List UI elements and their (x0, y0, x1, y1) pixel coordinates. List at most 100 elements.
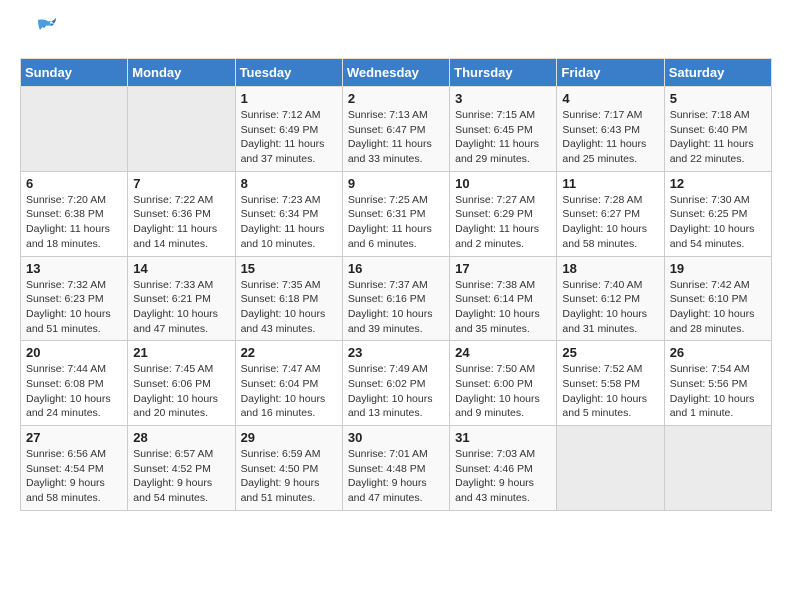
day-info: Sunrise: 7:49 AM Sunset: 6:02 PM Dayligh… (348, 362, 444, 421)
day-info: Sunrise: 7:30 AM Sunset: 6:25 PM Dayligh… (670, 193, 766, 252)
day-info: Sunrise: 6:59 AM Sunset: 4:50 PM Dayligh… (241, 447, 337, 506)
logo-icon (20, 16, 56, 52)
day-info: Sunrise: 7:38 AM Sunset: 6:14 PM Dayligh… (455, 278, 551, 337)
day-info: Sunrise: 7:18 AM Sunset: 6:40 PM Dayligh… (670, 108, 766, 167)
day-info: Sunrise: 7:27 AM Sunset: 6:29 PM Dayligh… (455, 193, 551, 252)
calendar-table: SundayMondayTuesdayWednesdayThursdayFrid… (20, 58, 772, 511)
day-number: 15 (241, 261, 337, 276)
calendar-cell: 7Sunrise: 7:22 AM Sunset: 6:36 PM Daylig… (128, 171, 235, 256)
day-header: Wednesday (342, 59, 449, 87)
calendar-week: 1 Sunrise: 7:12 AM Sunset: 6:49 PM Daylig… (21, 87, 772, 172)
day-number: 26 (670, 345, 766, 360)
day-number: 31 (455, 430, 551, 445)
calendar-cell: 23 Sunrise: 7:49 AM Sunset: 6:02 PM Dayli… (342, 341, 449, 426)
calendar-cell: 15 Sunrise: 7:35 AM Sunset: 6:18 PM Dayli… (235, 256, 342, 341)
calendar-cell: 30Sunrise: 7:01 AM Sunset: 4:48 PM Dayli… (342, 426, 449, 511)
day-number: 18 (562, 261, 658, 276)
calendar-cell: 24Sunrise: 7:50 AM Sunset: 6:00 PM Dayli… (450, 341, 557, 426)
day-info: Sunrise: 7:47 AM Sunset: 6:04 PM Dayligh… (241, 362, 337, 421)
day-info: Sunrise: 7:35 AM Sunset: 6:18 PM Dayligh… (241, 278, 337, 337)
calendar-cell: 13 Sunrise: 7:32 AM Sunset: 6:23 PM Dayli… (21, 256, 128, 341)
day-info: Sunrise: 7:54 AM Sunset: 5:56 PM Dayligh… (670, 362, 766, 421)
day-number: 20 (26, 345, 122, 360)
day-number: 23 (348, 345, 444, 360)
day-number: 10 (455, 176, 551, 191)
day-info: Sunrise: 6:57 AM Sunset: 4:52 PM Dayligh… (133, 447, 229, 506)
calendar-cell: 14 Sunrise: 7:33 AM Sunset: 6:21 PM Dayli… (128, 256, 235, 341)
day-info: Sunrise: 6:56 AM Sunset: 4:54 PM Dayligh… (26, 447, 122, 506)
day-info: Sunrise: 7:20 AM Sunset: 6:38 PM Dayligh… (26, 193, 122, 252)
calendar-cell (21, 87, 128, 172)
calendar-cell: 16 Sunrise: 7:37 AM Sunset: 6:16 PM Dayli… (342, 256, 449, 341)
day-info: Sunrise: 7:13 AM Sunset: 6:47 PM Dayligh… (348, 108, 444, 167)
day-info: Sunrise: 7:45 AM Sunset: 6:06 PM Dayligh… (133, 362, 229, 421)
day-info: Sunrise: 7:12 AM Sunset: 6:49 PM Dayligh… (241, 108, 337, 167)
header-row: SundayMondayTuesdayWednesdayThursdayFrid… (21, 59, 772, 87)
calendar-cell: 28 Sunrise: 6:57 AM Sunset: 4:52 PM Dayli… (128, 426, 235, 511)
calendar-cell: 8Sunrise: 7:23 AM Sunset: 6:34 PM Daylig… (235, 171, 342, 256)
day-info: Sunrise: 7:44 AM Sunset: 6:08 PM Dayligh… (26, 362, 122, 421)
day-info: Sunrise: 7:52 AM Sunset: 5:58 PM Dayligh… (562, 362, 658, 421)
calendar-cell: 18 Sunrise: 7:40 AM Sunset: 6:12 PM Dayli… (557, 256, 664, 341)
calendar-cell: 2Sunrise: 7:13 AM Sunset: 6:47 PM Daylig… (342, 87, 449, 172)
day-info: Sunrise: 7:37 AM Sunset: 6:16 PM Dayligh… (348, 278, 444, 337)
day-number: 21 (133, 345, 229, 360)
calendar-week: 20 Sunrise: 7:44 AM Sunset: 6:08 PM Dayli… (21, 341, 772, 426)
day-number: 28 (133, 430, 229, 445)
day-info: Sunrise: 7:15 AM Sunset: 6:45 PM Dayligh… (455, 108, 551, 167)
calendar-cell: 19Sunrise: 7:42 AM Sunset: 6:10 PM Dayli… (664, 256, 771, 341)
day-number: 3 (455, 91, 551, 106)
day-number: 29 (241, 430, 337, 445)
calendar-cell: 25 Sunrise: 7:52 AM Sunset: 5:58 PM Dayli… (557, 341, 664, 426)
calendar-cell (664, 426, 771, 511)
day-number: 17 (455, 261, 551, 276)
day-header: Thursday (450, 59, 557, 87)
calendar-cell: 12 Sunrise: 7:30 AM Sunset: 6:25 PM Dayli… (664, 171, 771, 256)
day-header: Saturday (664, 59, 771, 87)
day-header: Friday (557, 59, 664, 87)
calendar-cell: 11Sunrise: 7:28 AM Sunset: 6:27 PM Dayli… (557, 171, 664, 256)
day-info: Sunrise: 7:33 AM Sunset: 6:21 PM Dayligh… (133, 278, 229, 337)
day-info: Sunrise: 7:50 AM Sunset: 6:00 PM Dayligh… (455, 362, 551, 421)
calendar-cell: 27 Sunrise: 6:56 AM Sunset: 4:54 PM Dayli… (21, 426, 128, 511)
day-header: Monday (128, 59, 235, 87)
day-number: 6 (26, 176, 122, 191)
day-number: 14 (133, 261, 229, 276)
day-info: Sunrise: 7:40 AM Sunset: 6:12 PM Dayligh… (562, 278, 658, 337)
calendar-cell: 20 Sunrise: 7:44 AM Sunset: 6:08 PM Dayli… (21, 341, 128, 426)
day-info: Sunrise: 7:25 AM Sunset: 6:31 PM Dayligh… (348, 193, 444, 252)
day-info: Sunrise: 7:17 AM Sunset: 6:43 PM Dayligh… (562, 108, 658, 167)
calendar-cell: 26 Sunrise: 7:54 AM Sunset: 5:56 PM Dayli… (664, 341, 771, 426)
day-number: 4 (562, 91, 658, 106)
day-number: 11 (562, 176, 658, 191)
day-number: 16 (348, 261, 444, 276)
day-number: 22 (241, 345, 337, 360)
day-number: 7 (133, 176, 229, 191)
day-number: 8 (241, 176, 337, 191)
calendar-cell (557, 426, 664, 511)
calendar-week: 6 Sunrise: 7:20 AM Sunset: 6:38 PM Daylig… (21, 171, 772, 256)
day-number: 12 (670, 176, 766, 191)
day-info: Sunrise: 7:01 AM Sunset: 4:48 PM Dayligh… (348, 447, 444, 506)
calendar-cell (128, 87, 235, 172)
header (20, 16, 772, 52)
calendar-cell: 1 Sunrise: 7:12 AM Sunset: 6:49 PM Daylig… (235, 87, 342, 172)
day-number: 13 (26, 261, 122, 276)
day-info: Sunrise: 7:32 AM Sunset: 6:23 PM Dayligh… (26, 278, 122, 337)
day-number: 19 (670, 261, 766, 276)
day-header: Sunday (21, 59, 128, 87)
calendar-cell: 4 Sunrise: 7:17 AM Sunset: 6:43 PM Daylig… (557, 87, 664, 172)
day-number: 1 (241, 91, 337, 106)
calendar-cell: 21 Sunrise: 7:45 AM Sunset: 6:06 PM Dayli… (128, 341, 235, 426)
day-number: 9 (348, 176, 444, 191)
calendar-cell: 10 Sunrise: 7:27 AM Sunset: 6:29 PM Dayli… (450, 171, 557, 256)
day-number: 25 (562, 345, 658, 360)
calendar-week: 13 Sunrise: 7:32 AM Sunset: 6:23 PM Dayli… (21, 256, 772, 341)
calendar-cell: 17 Sunrise: 7:38 AM Sunset: 6:14 PM Dayli… (450, 256, 557, 341)
calendar-cell: 9 Sunrise: 7:25 AM Sunset: 6:31 PM Daylig… (342, 171, 449, 256)
logo (20, 16, 58, 52)
calendar-cell: 6 Sunrise: 7:20 AM Sunset: 6:38 PM Daylig… (21, 171, 128, 256)
calendar-cell: 5Sunrise: 7:18 AM Sunset: 6:40 PM Daylig… (664, 87, 771, 172)
day-number: 27 (26, 430, 122, 445)
calendar-cell: 3 Sunrise: 7:15 AM Sunset: 6:45 PM Daylig… (450, 87, 557, 172)
